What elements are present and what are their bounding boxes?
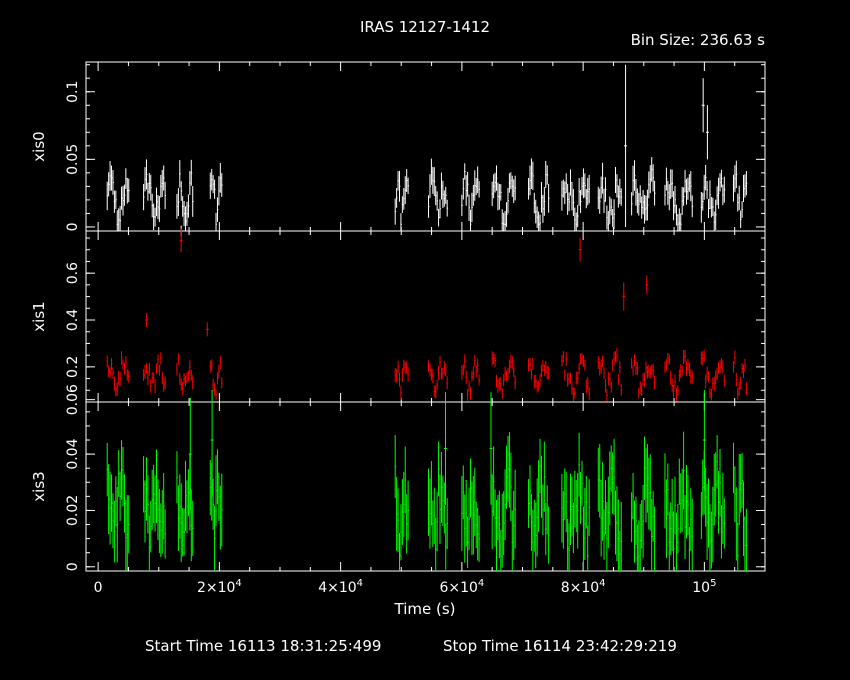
x-tick-label: 8×104 bbox=[561, 578, 606, 596]
y-axis-label: xis1 bbox=[30, 301, 48, 331]
y-tick-label: 0.06 bbox=[65, 384, 81, 415]
y-tick-label: 0.6 bbox=[65, 262, 81, 284]
x-tick-label: 6×104 bbox=[439, 578, 484, 596]
stop-time-label: Stop Time 16114 23:42:29:219 bbox=[443, 637, 677, 655]
chart-title: IRAS 12127-1412 bbox=[360, 18, 490, 36]
y-tick-label: 0.04 bbox=[65, 438, 81, 469]
y-tick-label: 0.4 bbox=[65, 309, 81, 331]
y-tick-label: 0.05 bbox=[65, 144, 81, 175]
y-axis-label: xis0 bbox=[30, 131, 48, 161]
x-axis-label: Time (s) bbox=[394, 600, 456, 618]
y-tick-label: 0.1 bbox=[65, 81, 81, 103]
x-tick-label: 0 bbox=[94, 580, 103, 596]
start-time-label: Start Time 16113 18:31:25:499 bbox=[145, 637, 381, 655]
chart-background bbox=[0, 0, 850, 680]
y-tick-label: 0 bbox=[65, 222, 81, 231]
y-tick-label: 0 bbox=[65, 562, 81, 571]
x-tick-label: 2×104 bbox=[197, 578, 242, 596]
y-tick-label: 0.02 bbox=[65, 495, 81, 526]
bin-size-label: Bin Size: 236.63 s bbox=[631, 31, 766, 49]
light-curve-chart: IRAS 12127-1412 Bin Size: 236.63 s 0 0.05… bbox=[0, 0, 850, 680]
y-axis-label: xis3 bbox=[30, 471, 48, 501]
y-tick-label: 0.2 bbox=[65, 356, 81, 378]
x-tick-label: 4×104 bbox=[318, 578, 363, 596]
